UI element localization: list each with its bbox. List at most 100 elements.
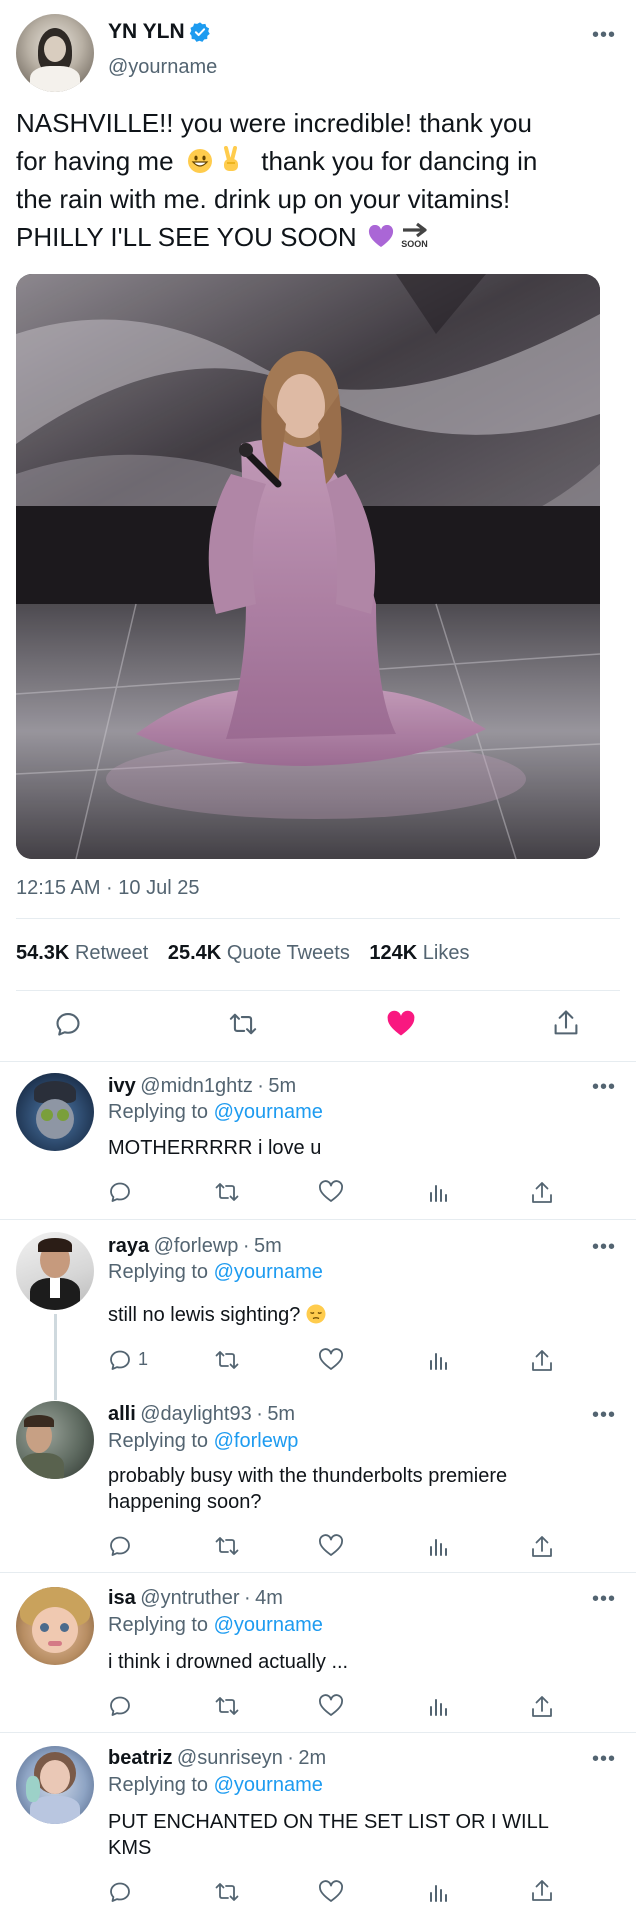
- retweets-count: 54.3K: [16, 942, 70, 964]
- replying-to-handle[interactable]: @yourname: [214, 1774, 323, 1796]
- reply-action-icon[interactable]: [108, 1534, 132, 1558]
- purple-heart-emoji-icon: [368, 221, 394, 247]
- reply-avatar-isa[interactable]: [16, 1587, 94, 1665]
- reply-more-icon[interactable]: •••: [592, 1588, 616, 1611]
- views-action-icon[interactable]: [426, 1880, 450, 1904]
- replying-to-handle[interactable]: @yourname: [214, 1261, 323, 1283]
- reply-time[interactable]: 5m: [267, 1403, 295, 1425]
- reply-handle[interactable]: @daylight93: [140, 1403, 251, 1425]
- views-action-icon[interactable]: [426, 1180, 450, 1204]
- retweet-action-icon[interactable]: [214, 1880, 240, 1904]
- tweet-photo[interactable]: [16, 274, 600, 859]
- more-options-icon[interactable]: •••: [592, 24, 616, 47]
- reply-time[interactable]: 2m: [298, 1747, 326, 1769]
- victory-hand-emoji-icon: [220, 146, 242, 174]
- reply-header-beatriz: beatriz @sunriseyn · 2m: [108, 1747, 326, 1770]
- divider-replies-top: [0, 1061, 636, 1062]
- reply-text-alli: probably busy with the thunderbolts prem…: [108, 1463, 507, 1515]
- reply-action-icon[interactable]: [108, 1694, 132, 1718]
- likes-label: Likes: [422, 942, 470, 964]
- like-action-icon[interactable]: [318, 1348, 344, 1372]
- author-avatar[interactable]: [16, 14, 94, 92]
- share-action-icon[interactable]: [530, 1694, 554, 1720]
- reply-count: 1: [138, 1349, 149, 1369]
- reply-name[interactable]: beatriz: [108, 1747, 172, 1769]
- reply-handle[interactable]: @yntruther: [140, 1587, 239, 1609]
- tweet-timestamp[interactable]: 12:15 AM · 10 Jul 25: [16, 877, 199, 900]
- reply-more-icon[interactable]: •••: [592, 1076, 616, 1099]
- share-action-icon[interactable]: [530, 1878, 554, 1904]
- author-handle[interactable]: @yourname: [108, 56, 217, 79]
- reply-text-line: i think i drowned actually ...: [108, 1651, 349, 1673]
- reply-handle[interactable]: @midn1ghtz: [140, 1075, 253, 1097]
- quote-tweets-stat[interactable]: 25.4K Quote Tweets: [168, 942, 356, 964]
- replying-to-isa: Replying to @yourname: [108, 1614, 323, 1637]
- reply-text-line: still no lewis sighting?: [108, 1304, 301, 1326]
- reply-more-icon[interactable]: •••: [592, 1748, 616, 1771]
- reply-more-icon[interactable]: •••: [592, 1236, 616, 1259]
- author-name[interactable]: YN YLN: [108, 20, 211, 44]
- views-action-icon[interactable]: [426, 1534, 450, 1558]
- like-action-icon[interactable]: [318, 1180, 344, 1204]
- share-action-icon[interactable]: [530, 1180, 554, 1206]
- divider-stats-top: [16, 918, 620, 919]
- tweet-line-2: for having me thank you for dancing in: [16, 142, 626, 180]
- reply-name[interactable]: alli: [108, 1403, 136, 1425]
- retweet-action-icon[interactable]: [214, 1534, 240, 1558]
- replying-to-label: Replying to: [108, 1614, 209, 1636]
- views-action-icon[interactable]: [426, 1348, 450, 1372]
- retweet-action-icon[interactable]: [214, 1180, 240, 1204]
- reply-icon[interactable]: [54, 1010, 82, 1038]
- soon-arrow-emoji-icon: SOON: [401, 222, 431, 252]
- replying-to-handle[interactable]: @forlewp: [214, 1430, 299, 1452]
- like-action-icon[interactable]: [318, 1534, 344, 1558]
- reply-text-line: MOTHERRRRR i love u: [108, 1137, 322, 1159]
- reply-text-line: probably busy with the thunderbolts prem…: [108, 1465, 508, 1487]
- retweet-action-icon[interactable]: [214, 1694, 240, 1718]
- reply-time[interactable]: 4m: [255, 1587, 283, 1609]
- share-action-icon[interactable]: [530, 1534, 554, 1560]
- concert-photo-illustration: [16, 274, 600, 859]
- like-action-icon[interactable]: [318, 1694, 344, 1718]
- reply-avatar-alli[interactable]: [16, 1401, 94, 1479]
- tweet-line-2-text: for having me: [16, 146, 174, 176]
- reply-header-raya: raya @forlewp · 5m: [108, 1235, 282, 1258]
- reply-time[interactable]: 5m: [268, 1075, 296, 1097]
- reply-name[interactable]: raya: [108, 1235, 149, 1257]
- reply-action-icon[interactable]: [108, 1180, 132, 1204]
- reply-avatar-raya[interactable]: [16, 1232, 94, 1310]
- reply-more-icon[interactable]: •••: [592, 1404, 616, 1427]
- likes-stat[interactable]: 124K Likes: [369, 942, 469, 964]
- reply-text-isa: i think i drowned actually ...: [108, 1649, 348, 1675]
- tweet-line-2-rest: thank you for dancing in: [261, 146, 538, 176]
- like-action-icon[interactable]: [318, 1880, 344, 1904]
- replying-to-beatriz: Replying to @yourname: [108, 1774, 323, 1797]
- divider-stats-bottom: [16, 990, 620, 991]
- reply-name[interactable]: isa: [108, 1587, 136, 1609]
- reply-header-alli: alli @daylight93 · 5m: [108, 1403, 295, 1426]
- reply-avatar-beatriz[interactable]: [16, 1746, 94, 1824]
- reply-avatar-ivy[interactable]: [16, 1073, 94, 1151]
- retweets-stat[interactable]: 54.3K Retweet: [16, 942, 154, 964]
- replying-to-handle[interactable]: @yourname: [214, 1614, 323, 1636]
- tweet-line-4: PHILLY I'LL SEE YOU SOON SOON: [16, 218, 626, 256]
- tweet-line-1: NASHVILLE!! you were incredible! thank y…: [16, 108, 532, 138]
- reply-header-ivy: ivy @midn1ghtz · 5m: [108, 1075, 296, 1098]
- reply-text-line: PUT ENCHANTED ON THE SET LIST OR I WILL: [108, 1811, 549, 1833]
- retweet-action-icon[interactable]: [214, 1348, 240, 1372]
- author-name-text: YN YLN: [108, 20, 185, 43]
- reply-action-icon[interactable]: [108, 1880, 132, 1904]
- thread-line: [54, 1314, 57, 1400]
- soon-badge-text: SOON: [401, 239, 428, 249]
- retweet-icon[interactable]: [228, 1010, 258, 1038]
- share-icon[interactable]: [552, 1008, 580, 1038]
- reply-handle[interactable]: @sunriseyn: [177, 1747, 283, 1769]
- share-action-icon[interactable]: [530, 1348, 554, 1374]
- heart-filled-icon[interactable]: [386, 1010, 416, 1038]
- reply-handle[interactable]: @forlewp: [154, 1235, 239, 1257]
- views-action-icon[interactable]: [426, 1694, 450, 1718]
- reply-time[interactable]: 5m: [254, 1235, 282, 1257]
- replying-to-handle[interactable]: @yourname: [214, 1101, 323, 1123]
- reply-name[interactable]: ivy: [108, 1075, 136, 1097]
- reply-action-icon[interactable]: [108, 1348, 132, 1372]
